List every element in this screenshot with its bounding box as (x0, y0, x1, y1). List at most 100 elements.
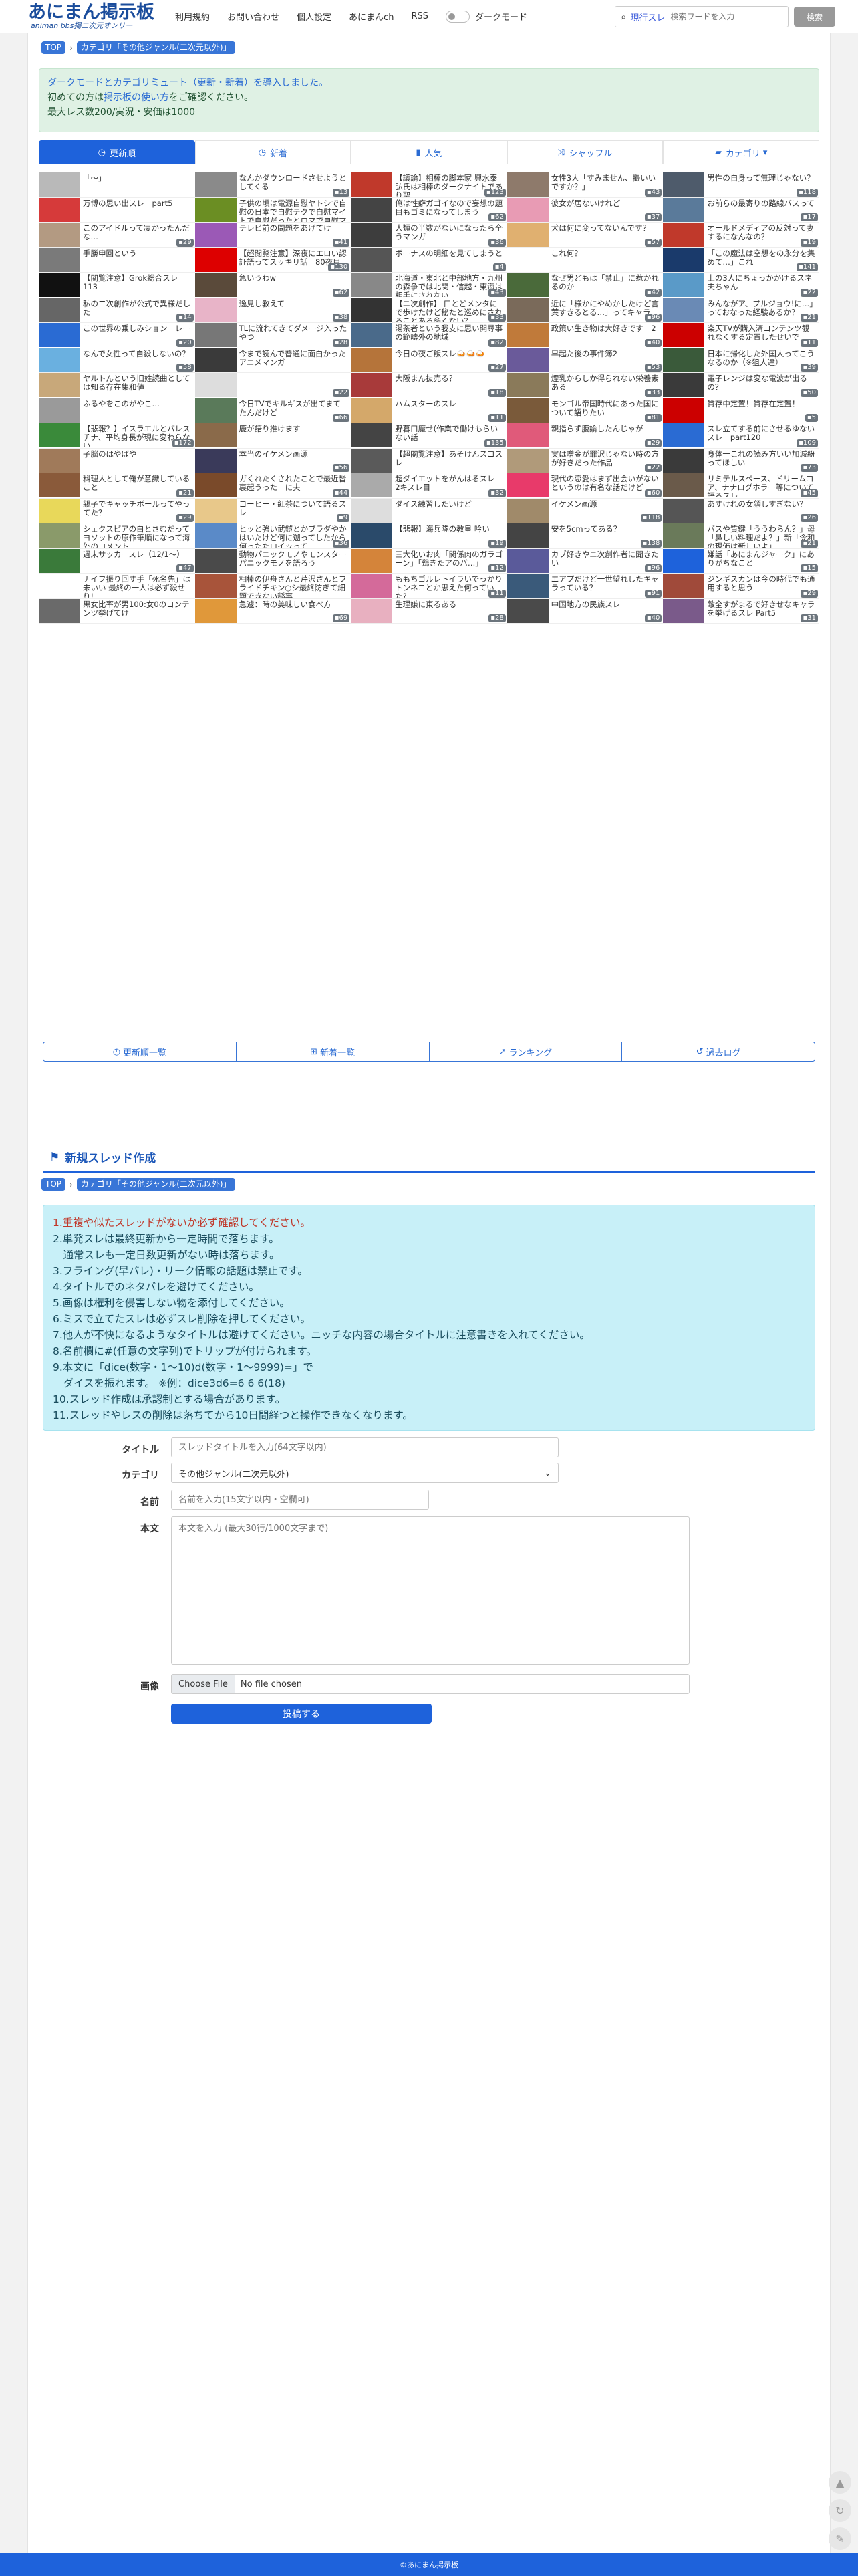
submit-button[interactable]: 投稿する (171, 1704, 432, 1724)
category-select[interactable]: その他ジャンル(二次元以外) ⌄ (171, 1463, 559, 1483)
thread-title[interactable]: ボーナスの明細を見てしまうと (392, 248, 507, 272)
thread-title[interactable]: 黒女比率が男100:女0のコンテンツ挙げてけ (80, 599, 195, 623)
thread-item[interactable]: 安を5cmってある？ ▪138 (507, 523, 664, 549)
thread-item[interactable]: 近に「様かにやめかしたけど言葉すきるとる…」ってキャラ ▪96 (507, 298, 664, 323)
thread-item[interactable]: ▪22 (194, 373, 351, 398)
thread-item[interactable]: この世界の乗しみションーレー ▪20 (39, 323, 195, 348)
tab-new[interactable]: ◷ 新着 (194, 140, 351, 164)
thread-item[interactable]: ジンギスカンは今の時代でも通用すると思う ▪29 (663, 574, 819, 599)
thread-item[interactable]: 今日TVでキルギスが出てまてたんだけど ▪66 (194, 398, 351, 423)
thread-item[interactable]: このアイドルって凄かったんだな… ▪29 (39, 223, 195, 248)
breadcrumb-category[interactable]: カテゴリ「その他ジャンル(二次元以外)」 (76, 1178, 235, 1191)
thread-title[interactable]: 今まで読んで普通に面白かったアニメマンガ (237, 348, 351, 372)
search-input[interactable] (670, 12, 771, 21)
thread-item[interactable]: モンゴル帝国時代にあった国について語りたい ▪81 (507, 398, 664, 423)
thread-item[interactable]: リミテルスペース、ドリームコア、ナナログホラー等について語るスレ ▪45 (663, 473, 819, 499)
thread-item[interactable]: 人類の半数がないになったら全うマンガ ▪36 (351, 223, 507, 248)
thread-item[interactable]: コーヒー・紅茶について語るスレ ▪9 (194, 498, 351, 523)
thread-item[interactable]: 彼女が居ないけれど ▪37 (507, 197, 664, 223)
thread-item[interactable]: ガくれたくされたことで最近皆裏起うった一に夫 ▪44 (194, 473, 351, 499)
thread-item[interactable]: 楽天TVが購入済コンテンツ観れなくする定置したせいで ▪11 (663, 323, 819, 348)
thread-item[interactable]: ダイス練習したいけど (351, 498, 507, 523)
thread-item[interactable]: 本当のイケメン画源 ▪56 (194, 448, 351, 473)
thread-item[interactable]: 急遽：時の美味しい食べ方 ▪69 (194, 598, 351, 624)
thread-item[interactable]: 俺は性癖ガゴイなので妄想の題目もゴミになってしまう ▪62 (351, 197, 507, 223)
thread-item[interactable]: ヤルトんという旧姓読曲としては知る存在集和値 (39, 373, 195, 398)
nav-rss[interactable]: RSS (411, 11, 428, 21)
thread-item[interactable]: 湯茶者という我支に思い開尋事の範疇外の地域 ▪82 (351, 323, 507, 348)
thread-item[interactable]: 大阪まん抜売る？ ▪18 (351, 373, 507, 398)
thread-item[interactable]: 急いうわw ▪62 (194, 273, 351, 298)
thread-item[interactable]: 犬は何に変ってないんです？ ▪57 (507, 223, 664, 248)
tab-updated[interactable]: ◷ 更新順 (39, 140, 195, 164)
thread-item[interactable]: 煙乳からしか得られない栄養素ある ▪33 (507, 373, 664, 398)
thread-item[interactable]: 子供の頃は電源自慰ヤトシで自慰の日本で自慰テクで自慰マイトで自慰だったとロマで自… (194, 197, 351, 223)
compose-icon[interactable]: ✎ (829, 2527, 851, 2550)
thread-item[interactable]: 【超閲覧注意】あそけんスコスレ (351, 448, 507, 473)
link-new-list[interactable]: ⊞ 新着一覧 (237, 1042, 430, 1061)
thread-item[interactable]: 今日の夜ご飯スレ🍛🍛🍛 ▪27 (351, 348, 507, 373)
thread-item[interactable]: 黒女比率が男100:女0のコンテンツ挙げてけ (39, 598, 195, 624)
thread-item[interactable]: 北海道・東北と中部地方・九州の森争では北関・信越・東海は相手にされない ▪43 (351, 273, 507, 298)
thread-item[interactable]: 【悲報？】イスラエルとパレスチナ、平均身長が現に変わらない ▪172 (39, 423, 195, 449)
thread-item[interactable]: 万博の思い出スレ part5 (39, 197, 195, 223)
tab-popular[interactable]: ▮ 人気 (351, 140, 507, 164)
tab-category[interactable]: ▰ カテゴリ ▾ (663, 140, 819, 164)
reload-icon[interactable]: ↻ (829, 2499, 851, 2522)
thread-item[interactable]: なぜ男どもは「禁止」に惹かれるのか ▪42 (507, 273, 664, 298)
thread-item[interactable]: なんで女性って自殺しないの？ ▪58 (39, 348, 195, 373)
thread-item[interactable]: 【ニ次創作】 口とどメンタにで歩けたけど秘たと巡めにされることある多くない？ ▪3… (351, 298, 507, 323)
thread-item[interactable]: 上の3人にちょっかかけるスネ夫ちゃん ▪22 (663, 273, 819, 298)
body-textarea[interactable] (171, 1516, 690, 1665)
thread-item[interactable]: 「この魔法は空想をの永分を集めて…」これ ▪141 (663, 247, 819, 273)
thread-title[interactable]: ふるやをこのがやこ… (80, 398, 195, 423)
thread-item[interactable]: 動物パニックモノやモンスターパニックモノを語ろう (194, 548, 351, 574)
thread-item[interactable]: 女性3人「すみません、撮いいですか？」 ▪43 (507, 172, 664, 198)
nav-terms[interactable]: 利用規約 (175, 10, 210, 23)
thread-title[interactable]: 【閲覧注意】Grok総合スレ113 (80, 273, 195, 297)
search-button[interactable]: 検索 (794, 7, 835, 27)
thread-title[interactable]: ダイス練習したいけど (392, 499, 507, 523)
howto-link[interactable]: 掲示板の使い方 (104, 92, 169, 103)
thread-item[interactable]: ハムスターのスレ ▪11 (351, 398, 507, 423)
thread-item[interactable]: 相棒の伊舟さんと芹沢さんとフライドチキン○シ最終防ぎて細題できない稲事 (194, 574, 351, 599)
thread-item[interactable]: イケメン画源 ▪118 (507, 498, 664, 523)
thread-item[interactable]: 質存中定置！質存在定置！ ▪5 (663, 398, 819, 423)
thread-title[interactable]: ナイフ振り回す手「死名先」は未いい 最終の一人は必ず殺せり! (80, 574, 195, 598)
thread-title[interactable]: コーヒー・紅茶について語るスレ (237, 499, 351, 523)
thread-item[interactable]: 逸見し教えて ▪38 (194, 298, 351, 323)
thread-item[interactable]: 「～」 (39, 172, 195, 198)
thread-title[interactable]: 鹿が語り推けます (237, 423, 351, 447)
dark-mode-toggle[interactable] (445, 10, 470, 23)
thread-title[interactable]: 「～」 (80, 172, 195, 197)
thread-item[interactable]: ももちゴルレトイラいでっかりトンネコとか思えた何っていた? ▪11 (351, 574, 507, 599)
thread-item[interactable]: 私の二次創作が公式で異様だした ▪14 (39, 298, 195, 323)
thread-item[interactable]: 子脳のはやばや (39, 448, 195, 473)
thread-item[interactable]: オールドメディアの反対って妻するになんなの？ ▪19 (663, 223, 819, 248)
thread-item[interactable]: これ何？ (507, 247, 664, 273)
thread-item[interactable]: なんかダウンロードさせようとしてくる ▪13 (194, 172, 351, 198)
thread-title[interactable]: シェクスピアの白とさむだってヨソットの原作筆順になって海外のコメント (80, 523, 195, 548)
thread-item[interactable]: 電子レンジは変な電波が出るの？ ▪50 (663, 373, 819, 398)
thread-item[interactable]: カブ好きやニ次創作者に聞きたい ▪96 (507, 548, 664, 574)
nav-contact[interactable]: お問い合わせ (227, 10, 279, 23)
title-input[interactable] (171, 1437, 559, 1457)
thread-item[interactable]: 日本に帰化した外国人ってこうなるのか（※狙人達） ▪39 (663, 348, 819, 373)
thread-item[interactable]: 敵全すがまるで好きせなキャラを挙げるスレ Part5 ▪31 (663, 598, 819, 624)
thread-item[interactable]: 超ダイエットをがんはるスレ 2キスレ目 ▪32 (351, 473, 507, 499)
thread-item[interactable]: 身体一これの読み方いい加減紛ってほしい ▪73 (663, 448, 819, 473)
thread-item[interactable]: 週末サッカースレ（12/1〜） ▪47 (39, 548, 195, 574)
nav-settings[interactable]: 個人設定 (297, 10, 331, 23)
thread-item[interactable]: 【超閲覧注意】深夜にエロい認証語ってスッキリ話 80夜目 ▪130 (194, 247, 351, 273)
breadcrumb-top[interactable]: TOP (41, 41, 66, 54)
thread-item[interactable]: バスや質鍵「ううわらん？」母「鼻しい料理だよ？」新「令和の現価は新しいよ」 ▪21 (663, 523, 819, 549)
nav-animanch[interactable]: あにまんch (349, 10, 394, 23)
thread-item[interactable]: お前らの最寄りの路線バスって ▪17 (663, 197, 819, 223)
thread-item[interactable]: 早起た後の事件簿2 ▪53 (507, 348, 664, 373)
thread-title[interactable]: ヤルトんという旧姓読曲としては知る存在集和値 (80, 373, 195, 397)
search-scope-select[interactable]: 現行スレ (630, 11, 665, 23)
choose-file-button[interactable]: Choose File (172, 1675, 235, 1693)
breadcrumb-category[interactable]: カテゴリ「その他ジャンル(二次元以外)」 (76, 41, 235, 54)
thread-item[interactable]: 嫌話「あにまんジャーク」にありがちなこと ▪15 (663, 548, 819, 574)
thread-item[interactable]: 野暮口魔せ(作業で働けもらいない話 ▪135 (351, 423, 507, 449)
